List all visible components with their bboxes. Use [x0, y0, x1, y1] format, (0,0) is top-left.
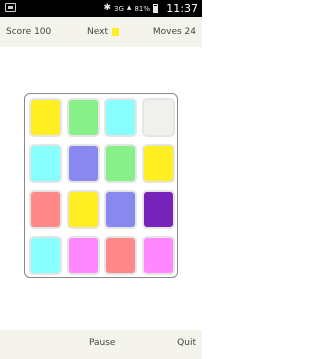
- next-color-swatch: [111, 28, 119, 36]
- tile-r3-c2[interactable]: [66, 190, 100, 229]
- footer-bar: Pause Quit: [0, 330, 202, 359]
- clock: 11:37: [166, 2, 198, 15]
- tile-r1-c3[interactable]: [104, 98, 137, 137]
- moves-label: Moves 24: [152, 27, 196, 37]
- tile-r3-c1[interactable]: [29, 190, 62, 229]
- tile-r1-c2[interactable]: [66, 98, 100, 137]
- next-label: Next: [87, 27, 108, 37]
- signal-icon: ▴: [126, 3, 132, 13]
- battery-label: 81%: [134, 4, 150, 13]
- tile-r1-c1[interactable]: [29, 98, 62, 137]
- tile-r2-c4[interactable]: [141, 144, 175, 183]
- pause-button[interactable]: Pause: [89, 338, 115, 348]
- score-label: Score 100: [6, 27, 52, 37]
- quit-button[interactable]: Quit: [177, 338, 196, 348]
- battery-icon: [153, 4, 158, 13]
- tile-r4-c3[interactable]: [104, 236, 137, 275]
- next-indicator: Next: [87, 27, 119, 37]
- tile-r4-c4[interactable]: [141, 236, 175, 275]
- tile-r2-c2[interactable]: [66, 144, 100, 183]
- game-board: [24, 93, 178, 278]
- status-icons: ✱ 3G ▴ 81%: [103, 2, 158, 15]
- game-header: Score 100 Next Moves 24: [0, 17, 202, 47]
- tile-r4-c1[interactable]: [29, 236, 62, 275]
- tile-r2-c1[interactable]: [29, 144, 62, 183]
- network-label: 3G: [114, 4, 124, 13]
- tile-r2-c3[interactable]: [104, 144, 137, 183]
- tile-r3-c4[interactable]: [141, 190, 175, 229]
- tile-r3-c3[interactable]: [104, 190, 137, 229]
- notification-icon: [5, 3, 16, 12]
- status-bar: ✱ 3G ▴ 81% 11:37: [0, 0, 202, 17]
- tile-r1-c4[interactable]: [141, 98, 175, 137]
- bluetooth-icon: ✱: [103, 3, 112, 13]
- tile-r4-c2[interactable]: [66, 236, 100, 275]
